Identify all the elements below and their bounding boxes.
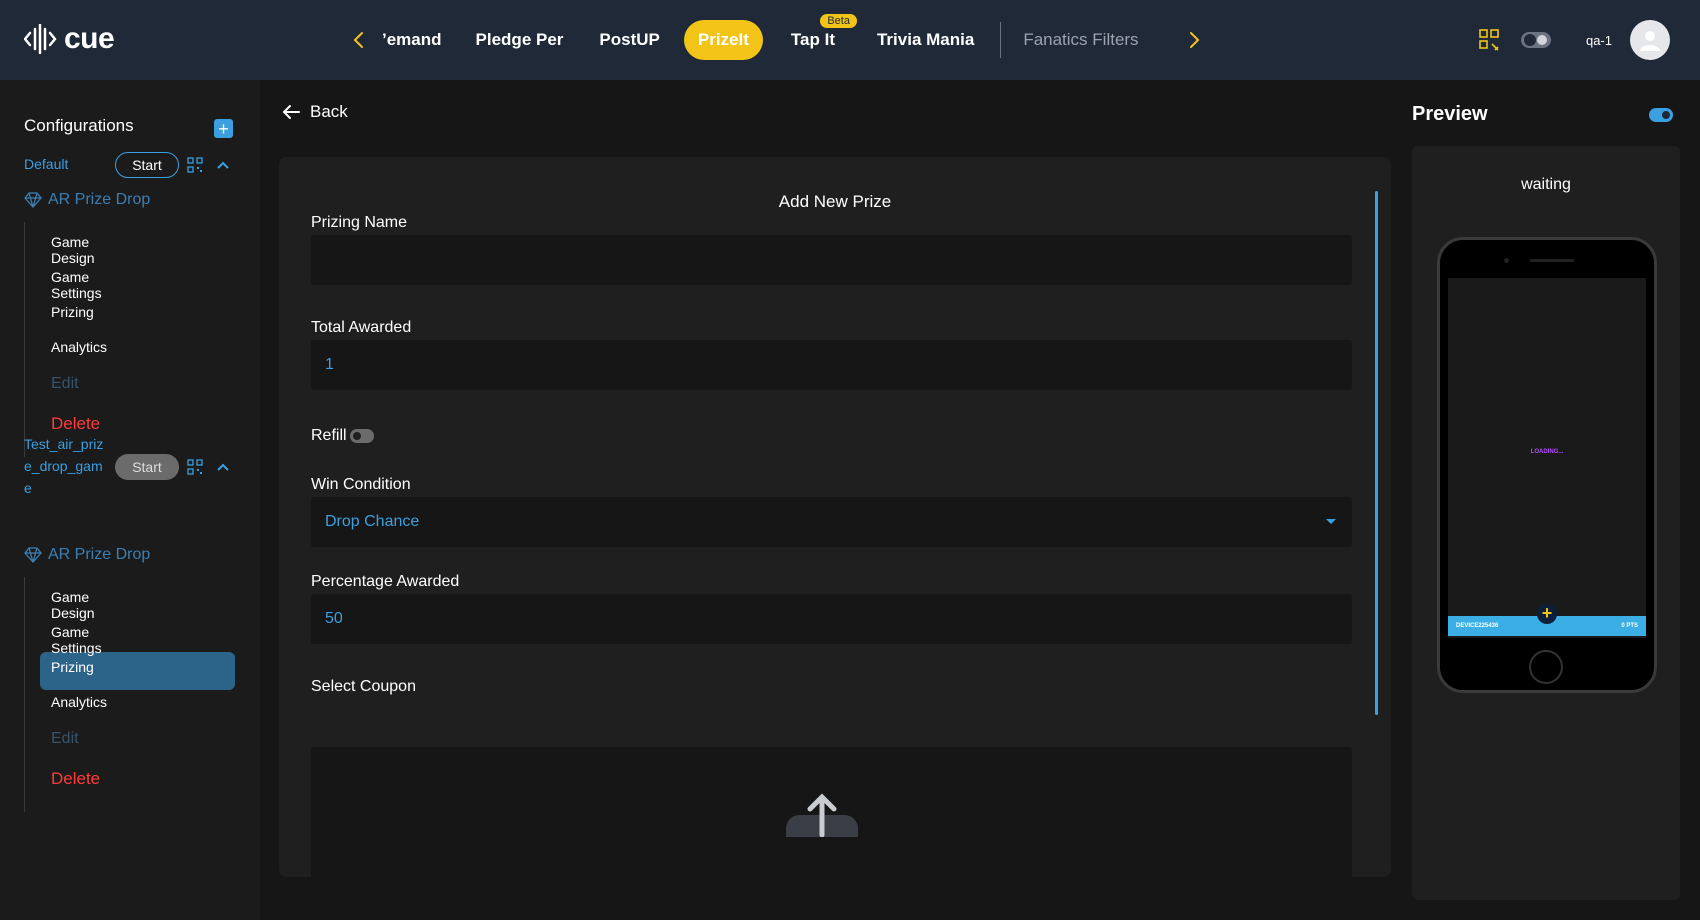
back-label: Back (310, 102, 348, 121)
game-type-default[interactable]: AR Prize Drop (24, 191, 150, 209)
game-type-label: AR Prize Drop (48, 191, 151, 208)
logo-text: cue (64, 22, 115, 55)
diamond-icon (24, 192, 42, 208)
win-condition-value: Drop Chance (325, 513, 420, 530)
phone-speaker (1530, 259, 1574, 262)
coupon-upload-area[interactable] (311, 747, 1352, 877)
sidebar-item-analytics[interactable]: Analytics (51, 339, 107, 355)
tab-demand[interactable]: ’emand (382, 20, 454, 60)
user-icon (1640, 31, 1660, 51)
add-configuration-button[interactable]: + (214, 119, 233, 138)
win-condition-label: Win Condition (311, 476, 411, 493)
configurations-title: Configurations (24, 116, 134, 135)
form-title: Add New Prize (778, 192, 892, 211)
game-type-test[interactable]: AR Prize Drop (24, 546, 150, 564)
scrollbar[interactable] (1375, 191, 1378, 715)
qr-code-icon[interactable] (187, 459, 203, 475)
sidebar-item-game-design[interactable]: Game Design (51, 589, 95, 621)
sidebar-item-delete[interactable]: Delete (51, 414, 100, 434)
sidebar-item-prizing[interactable]: Prizing (51, 304, 94, 320)
theme-toggle-icon[interactable] (1520, 30, 1552, 50)
phone-screen: LOADING... DEVICE225436 0 PTS + (1448, 278, 1646, 638)
top-right-controls: qa-1 (1478, 0, 1670, 80)
logo[interactable]: cue (24, 22, 115, 56)
sidebar-item-analytics[interactable]: Analytics (51, 694, 107, 710)
config-name-line: e (24, 480, 32, 496)
preview-toggle[interactable] (1649, 108, 1673, 122)
back-button[interactable]: Back (282, 102, 348, 122)
sidebar-item-edit[interactable]: Edit (51, 375, 79, 393)
sidebar-item-prizing[interactable]: Prizing (51, 659, 94, 675)
product-tabs: ’emand Pledge Per PostUP PrizeIt Tap It … (344, 0, 1209, 80)
preview-title: Preview (1412, 103, 1488, 125)
config-name-line: Test_air_priz (24, 436, 104, 452)
tab-fanatics-filters[interactable]: Fanatics Filters (1011, 20, 1150, 60)
tab-tap-it-label: Tap It (790, 30, 835, 49)
prizing-name-input[interactable] (311, 235, 1352, 285)
caret-down-icon (1326, 519, 1336, 524)
user-name: qa-1 (1585, 32, 1612, 48)
sidebar-item-game-settings[interactable]: Game Settings (51, 269, 102, 301)
top-bar: cue ’emand Pledge Per PostUP PrizeIt Tap… (0, 0, 1700, 80)
total-awarded-label: Total Awarded (311, 319, 412, 336)
sidebar-item-game-settings[interactable]: Game Settings (51, 624, 102, 656)
refill-label: Refill (311, 427, 347, 444)
chevron-right-icon (1189, 32, 1199, 48)
phone-plus-icon: + (1537, 604, 1557, 624)
points-label: 0 PTS (1621, 623, 1638, 629)
percentage-awarded-input[interactable]: 50 (311, 594, 1352, 644)
prizing-name-label: Prizing Name (311, 214, 408, 231)
tab-prizeit[interactable]: PrizeIt (683, 20, 763, 60)
total-awarded-input[interactable]: 1 (311, 340, 1352, 390)
nav-divider (1000, 22, 1002, 58)
config-name-line: e_drop_gam (24, 458, 103, 474)
add-prize-form: Add New Prize Prizing Name Total Awarded… (279, 157, 1391, 877)
sidebar-item-game-design[interactable]: Game Design (51, 234, 95, 266)
chevron-up-icon[interactable] (216, 460, 230, 474)
phone-camera (1504, 258, 1509, 263)
phone-home-button (1529, 650, 1563, 684)
config-name-test[interactable]: Test_air_priz e_drop_gam e (24, 433, 103, 499)
tab-trivia-mania[interactable]: Trivia Mania (865, 20, 986, 60)
nav-next-button[interactable] (1179, 25, 1209, 55)
sidebar-item-delete[interactable]: Delete (51, 769, 100, 789)
device-id: DEVICE225436 (1456, 623, 1499, 629)
sidebar: Configurations + Default Start AR Prize … (0, 80, 260, 920)
config-name-default[interactable]: Default (24, 153, 68, 175)
qr-code-icon[interactable] (1478, 28, 1502, 52)
plus-icon: + (218, 118, 229, 139)
tab-pledge-per[interactable]: Pledge Per (464, 20, 576, 60)
sidebar-item-edit[interactable]: Edit (51, 730, 79, 748)
config-tree-default: Game Design Game Settings Prizing Analyt… (24, 222, 107, 457)
percentage-awarded-label: Percentage Awarded (311, 573, 460, 590)
chevron-up-icon[interactable] (216, 158, 230, 172)
phone-mockup: LOADING... DEVICE225436 0 PTS + (1437, 237, 1657, 693)
chevron-left-icon (353, 32, 363, 48)
config-tree-test: Game Design Game Settings Prizing Analyt… (24, 577, 107, 812)
game-type-label: AR Prize Drop (48, 546, 151, 563)
preview-status: waiting (1521, 176, 1571, 193)
loading-text: LOADING... (1530, 449, 1564, 455)
select-coupon-label: Select Coupon (311, 678, 416, 695)
arrow-left-icon (282, 105, 300, 119)
cue-logo-icon (24, 24, 57, 54)
win-condition-select[interactable]: Drop Chance (311, 497, 1352, 547)
nav-prev-button[interactable] (344, 25, 374, 55)
beta-badge: Beta (820, 14, 857, 28)
preview-panel: waiting LOADING... DEVICE225436 0 PTS + (1412, 146, 1680, 900)
qr-code-icon[interactable] (187, 157, 203, 173)
start-button-default[interactable]: Start (115, 152, 179, 178)
diamond-icon (24, 547, 42, 563)
upload-cloud-icon (786, 793, 858, 837)
tab-postup[interactable]: PostUP (587, 20, 671, 60)
avatar[interactable] (1630, 20, 1670, 60)
start-button-test[interactable]: Start (115, 454, 179, 480)
refill-toggle[interactable] (350, 429, 374, 443)
tab-tap-it[interactable]: Tap It Beta (779, 14, 857, 60)
main-content: Back Add New Prize Prizing Name Total Aw… (260, 80, 1410, 920)
